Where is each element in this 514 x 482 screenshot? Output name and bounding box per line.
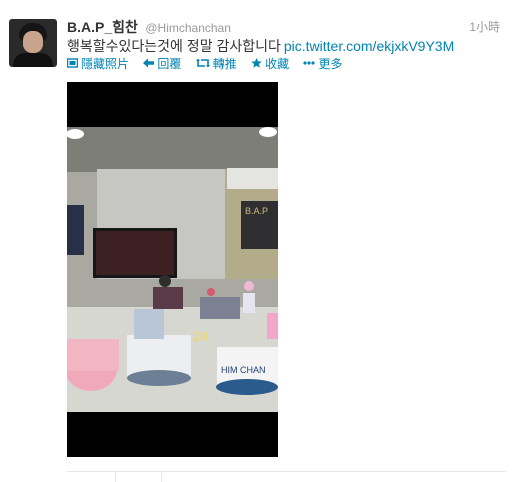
- more-icon: [303, 57, 316, 71]
- divider-tick: [115, 471, 116, 482]
- more-button[interactable]: 更多: [303, 55, 342, 72]
- fullname[interactable]: B.A.P_힘찬: [67, 19, 138, 35]
- username[interactable]: @Himchanchan: [145, 21, 231, 35]
- favorite-label: 收藏: [265, 57, 290, 71]
- tweet-link[interactable]: pic.twitter.com/ekjxkV9Y3M: [284, 38, 454, 54]
- birthday-cakes-photo: B.A.P HIM CHAN 24: [67, 127, 278, 412]
- reply-label: 回覆: [157, 57, 182, 71]
- tweet-photo[interactable]: B.A.P HIM CHAN 24: [67, 82, 278, 457]
- candle-digits: 24: [193, 328, 209, 344]
- tweet-header: B.A.P_힘찬 @Himchanchan 1小時: [67, 17, 507, 35]
- more-label: 更多: [318, 57, 343, 71]
- hide-photo-button[interactable]: 隱藏照片: [66, 55, 130, 72]
- tweet-body: 행복할수있다는것에 정말 감사합니다: [67, 38, 281, 54]
- hide-photo-label: 隱藏照片: [81, 57, 130, 71]
- photo-icon: [66, 57, 79, 71]
- divider: [67, 471, 507, 472]
- poster-text: B.A.P: [245, 206, 268, 216]
- retweet-button[interactable]: 轉推: [195, 55, 237, 72]
- retweet-label: 轉推: [212, 57, 237, 71]
- divider-tick: [161, 471, 162, 482]
- timestamp[interactable]: 1小時: [469, 18, 500, 35]
- cake-text: HIM CHAN: [221, 365, 266, 375]
- tweet-actions: 隱藏照片 回覆 轉推 收藏 更多: [66, 55, 353, 72]
- star-icon: [251, 57, 262, 71]
- retweet-icon: [195, 57, 210, 71]
- avatar[interactable]: [9, 19, 57, 67]
- favorite-button[interactable]: 收藏: [251, 55, 289, 72]
- tweet: B.A.P_힘찬 @Himchanchan 1小時 행복할수있다는것에 정말 감…: [0, 0, 514, 482]
- tweet-text: 행복할수있다는것에 정말 감사합니다 pic.twitter.com/ekjxkV…: [67, 36, 454, 56]
- reply-icon: [143, 57, 155, 71]
- reply-button[interactable]: 回覆: [143, 55, 181, 72]
